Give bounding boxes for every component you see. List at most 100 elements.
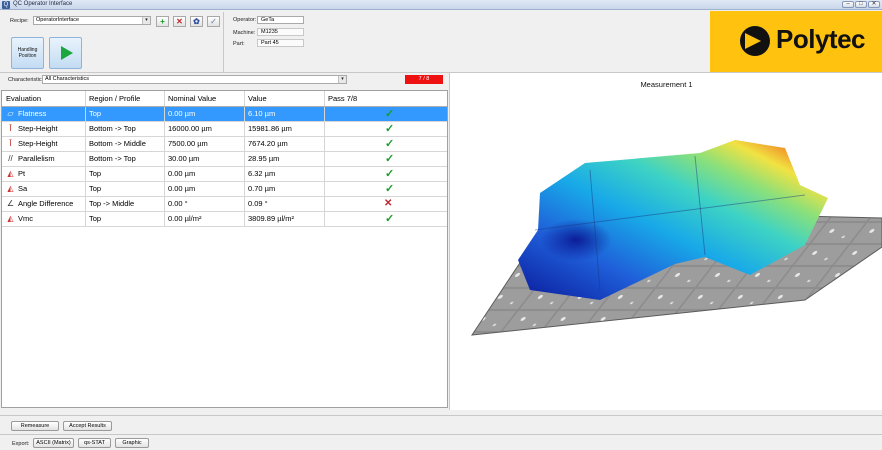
machine-field: M1235 [257, 28, 304, 36]
export-graphic-button[interactable]: Graphic [115, 438, 149, 448]
table-row[interactable]: ∠ Angle Difference Top -> Middle 0.00 ° 0.09… [2, 197, 447, 212]
plus-icon: + [160, 17, 165, 26]
value-cell: 28.95 µm [245, 152, 325, 166]
accept-results-button[interactable]: Accept Results [63, 421, 112, 431]
pass-check-icon: ✓ [385, 108, 395, 120]
evaluation-cell: ◭ Pt [2, 167, 86, 181]
table-row[interactable]: Ī Step-Height Bottom -> Top 16000.00 µm 1598… [2, 122, 447, 137]
nominal-value-cell: 0.00 µm [165, 167, 245, 181]
surface-3d-view[interactable] [450, 90, 882, 410]
header-region[interactable]: Region / Profile [86, 91, 165, 106]
pass-check-icon: ✓ [385, 153, 395, 165]
brand-logo: Polytec [710, 11, 882, 72]
pass-cell: ✓ [325, 167, 447, 181]
recipe-label: Recipe: [10, 18, 29, 24]
action-bar: Remeasure Accept Results [0, 415, 882, 433]
maximize-button[interactable]: □ [855, 1, 867, 8]
header-nominal[interactable]: Nominal Value [165, 91, 245, 106]
pass-cell: ✓ [325, 107, 447, 121]
export-bar: Export: ASCII (Matrix) qs-STAT Graphic [0, 434, 882, 450]
table-row[interactable]: ◭ Sa Top 0.00 µm 0.70 µm ✓ [2, 182, 447, 197]
region-cell: Bottom -> Top [86, 122, 165, 136]
machine-label: Machine: [233, 30, 256, 36]
pass-cell: ✓ [325, 152, 447, 166]
region-cell: Top [86, 182, 165, 196]
part-label: Part: [233, 41, 245, 47]
value-cell: 0.09 ° [245, 197, 325, 211]
export-qs-stat-button[interactable]: qs-STAT [78, 438, 111, 448]
pass-check-icon: ✓ [385, 168, 395, 180]
operator-label: Operator: [233, 17, 257, 23]
export-label: Export: [12, 441, 30, 447]
evaluation-cell: Ī Step-Height [2, 122, 86, 136]
pass-check-icon: ✓ [385, 213, 395, 225]
part-field: Part 45 [257, 39, 304, 47]
region-cell: Top [86, 107, 165, 121]
close-window-button[interactable]: ✕ [868, 1, 880, 8]
header-pass[interactable]: Pass 7/8 [325, 91, 447, 106]
minimize-button[interactable]: ‒ [842, 1, 854, 8]
title-bar: Q QC Operator Interface ‒ □ ✕ [0, 0, 882, 10]
header-value[interactable]: Value [245, 91, 325, 106]
delete-x-icon: ✕ [176, 17, 183, 26]
handling-position-label: Handling Position [17, 47, 38, 59]
angle-icon: ∠ [6, 199, 15, 208]
pass-check-icon: ✓ [385, 183, 395, 195]
pass-cell: ✓ [325, 137, 447, 151]
characteristic-select[interactable]: All Characteristics ▾ [42, 75, 347, 84]
value-cell: 7674.20 µm [245, 137, 325, 151]
table-row[interactable]: ▱ Flatness Top 0.00 µm 6.10 µm ✓ [2, 107, 447, 122]
evaluation-name: Step-Height [18, 124, 58, 133]
table-row[interactable]: ◭ Vmc Top 0.00 µl/m² 3809.89 µl/m² ✓ [2, 212, 447, 227]
evaluation-name: Step-Height [18, 139, 58, 148]
toolbar-divider [223, 12, 224, 72]
table-row[interactable]: // Parallelism Bottom -> Top 30.00 µm 28.95 … [2, 152, 447, 167]
remeasure-button[interactable]: Remeasure [11, 421, 59, 431]
handling-position-button[interactable]: Handling Position [11, 37, 44, 69]
value-cell: 6.32 µm [245, 167, 325, 181]
evaluation-name: Parallelism [18, 154, 55, 163]
operator-field[interactable]: GeTa [257, 16, 304, 24]
results-table: Evaluation Region / Profile Nominal Valu… [1, 90, 448, 408]
pass-cell: ✓ [325, 122, 447, 136]
window-title: QC Operator Interface [13, 1, 73, 7]
table-row[interactable]: ◭ Pt Top 0.00 µm 6.32 µm ✓ [2, 167, 447, 182]
volume-icon: ◭ [7, 214, 14, 223]
parallelism-icon: // [8, 154, 13, 163]
characteristic-select-value: All Characteristics [45, 76, 90, 82]
export-ascii-button[interactable]: ASCII (Matrix) [33, 438, 74, 448]
pass-check-icon: ✓ [385, 123, 395, 135]
value-cell: 6.10 µm [245, 107, 325, 121]
start-measurement-button[interactable] [49, 37, 82, 69]
add-recipe-button[interactable]: + [156, 16, 169, 27]
accept-recipe-button[interactable]: ✓ [207, 16, 220, 27]
chevron-down-icon: ▾ [338, 76, 346, 83]
evaluation-name: Sa [18, 184, 28, 193]
pass-cell: ✓ [325, 182, 447, 196]
pass-check-icon: ✓ [385, 138, 395, 150]
evaluation-cell: // Parallelism [2, 152, 86, 166]
region-cell: Bottom -> Top [86, 152, 165, 166]
nominal-value-cell: 0.00 µl/m² [165, 212, 245, 226]
gear-icon: ✿ [193, 17, 200, 26]
brand-name: Polytec [776, 24, 866, 54]
recipe-select-value: OperatorInterface [36, 17, 80, 23]
evaluation-cell: ∠ Angle Difference [2, 197, 86, 211]
value-cell: 3809.89 µl/m² [245, 212, 325, 226]
value-cell: 15981.86 µm [245, 122, 325, 136]
evaluation-name: Vmc [18, 214, 33, 223]
table-header: Evaluation Region / Profile Nominal Valu… [2, 91, 447, 107]
chevron-down-icon: ▾ [142, 17, 150, 24]
roughness-icon: ◭ [7, 184, 14, 193]
header-evaluation[interactable]: Evaluation [2, 91, 86, 106]
table-row[interactable]: Ī Step-Height Bottom -> Middle 7500.00 µm 76… [2, 137, 447, 152]
recipe-select[interactable]: OperatorInterface ▾ [33, 16, 151, 25]
region-cell: Top [86, 167, 165, 181]
settings-button[interactable]: ✿ [190, 16, 203, 27]
delete-recipe-button[interactable]: ✕ [173, 16, 186, 27]
region-cell: Bottom -> Middle [86, 137, 165, 151]
evaluation-cell: Ī Step-Height [2, 137, 86, 151]
measurement-title: Measurement 1 [640, 80, 693, 89]
pass-count-badge: 7 / 8 [405, 75, 443, 84]
roughness-icon: ◭ [7, 169, 14, 178]
